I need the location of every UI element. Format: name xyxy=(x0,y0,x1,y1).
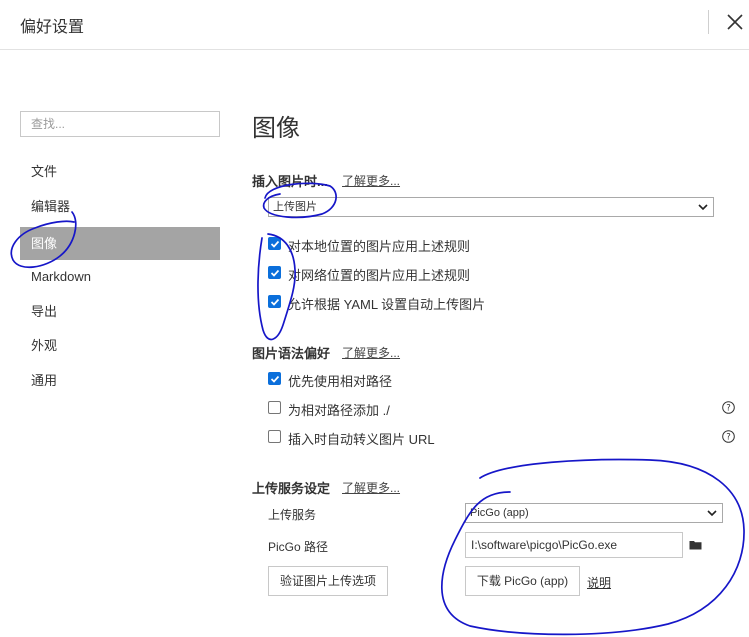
titlebar-divider xyxy=(708,10,709,34)
page-title: 图像 xyxy=(252,115,300,142)
help-button[interactable]: ? xyxy=(722,430,735,443)
syntax-section-title: 图片语法偏好 xyxy=(252,346,331,361)
download-picgo-button[interactable]: 下载 PicGo (app) xyxy=(465,566,580,596)
picgo-path-input[interactable] xyxy=(465,532,683,558)
instructions-link[interactable]: 说明 xyxy=(587,574,611,591)
picgo-path-label: PicGo 路径 xyxy=(268,540,329,554)
sidebar-item-image[interactable]: 图像 xyxy=(20,227,220,260)
window-title: 偏好设置 xyxy=(20,19,85,36)
sidebar-item-file[interactable]: 文件 xyxy=(20,155,220,188)
chevron-down-icon xyxy=(707,510,717,517)
folder-icon[interactable] xyxy=(689,540,702,550)
checkbox-label: 插入时自动转义图片 URL xyxy=(288,432,435,447)
checkmark-icon xyxy=(270,240,280,248)
help-icon: ? xyxy=(722,430,735,443)
close-icon xyxy=(727,14,743,30)
svg-text:?: ? xyxy=(726,404,731,414)
checkbox-box[interactable] xyxy=(268,372,281,385)
checkbox-box[interactable] xyxy=(268,237,281,250)
help-icon: ? xyxy=(722,401,735,414)
insert-section-title: 插入图片时... xyxy=(252,174,328,189)
chevron-down-icon xyxy=(698,204,708,211)
upload-learn-more-link[interactable]: 了解更多... xyxy=(342,479,400,496)
verify-upload-button[interactable]: 验证图片上传选项 xyxy=(268,566,388,596)
insert-action-select[interactable]: 上传图片 xyxy=(268,197,714,217)
checkbox-label: 对本地位置的图片应用上述规则 xyxy=(288,239,471,254)
insert-action-value: 上传图片 xyxy=(273,201,317,213)
syntax-learn-more-link[interactable]: 了解更多... xyxy=(342,344,400,361)
checkbox-label: 对网络位置的图片应用上述规则 xyxy=(288,268,471,283)
checkbox-box[interactable] xyxy=(268,430,281,443)
close-button[interactable] xyxy=(722,9,748,35)
sidebar-item-appearance[interactable]: 外观 xyxy=(20,329,220,362)
upload-service-value: PicGo (app) xyxy=(470,507,529,519)
upload-service-select[interactable]: PicGo (app) xyxy=(465,503,723,523)
sidebar-item-editor[interactable]: 编辑器 xyxy=(20,190,220,223)
sidebar-item-general[interactable]: 通用 xyxy=(20,364,220,397)
checkmark-icon xyxy=(270,269,280,277)
title-bar: 偏好设置 xyxy=(0,0,749,50)
checkbox-label: 为相对路径添加 ./ xyxy=(288,403,390,418)
checkbox-box[interactable] xyxy=(268,401,281,414)
checkbox-label: 允许根据 YAML 设置自动上传图片 xyxy=(288,297,486,312)
checkbox-box[interactable] xyxy=(268,295,281,308)
checkmark-icon xyxy=(270,298,280,306)
sidebar-item-export[interactable]: 导出 xyxy=(20,295,220,328)
upload-section-title: 上传服务设定 xyxy=(252,481,331,496)
checkbox-box[interactable] xyxy=(268,266,281,279)
upload-service-label: 上传服务 xyxy=(268,508,317,522)
checkmark-icon xyxy=(270,375,280,383)
search-input[interactable] xyxy=(20,111,220,137)
insert-learn-more-link[interactable]: 了解更多... xyxy=(342,172,400,189)
sidebar-item-markdown[interactable]: Markdown xyxy=(20,260,220,293)
svg-text:?: ? xyxy=(726,433,731,443)
checkbox-label: 优先使用相对路径 xyxy=(288,374,393,389)
help-button[interactable]: ? xyxy=(722,401,735,414)
